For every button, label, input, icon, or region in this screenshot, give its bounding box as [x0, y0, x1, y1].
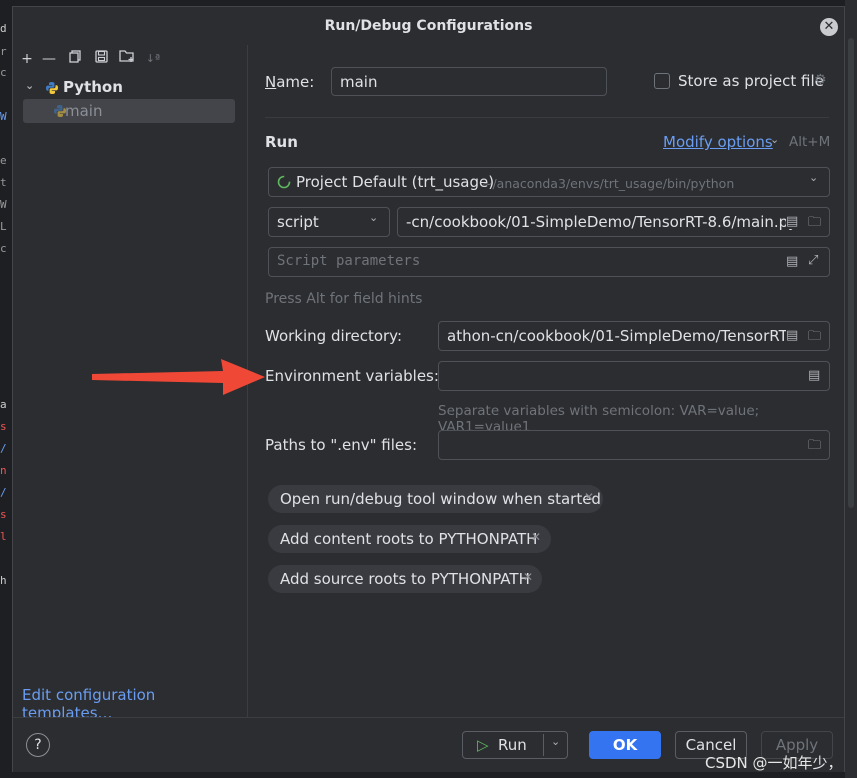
expand-text-icon[interactable]: ▤: [786, 328, 799, 343]
store-project-label: Store as project file: [678, 72, 824, 90]
run-section-title: Run: [265, 133, 298, 151]
chip-content-roots[interactable]: Add content roots to PYTHONPATH ✕: [268, 525, 551, 553]
interpreter-select[interactable]: Project Default (trt_usage) ~/anaconda3/…: [268, 167, 830, 197]
dotenv-label: Paths to ".env" files:: [265, 436, 418, 454]
copy-icon[interactable]: [65, 49, 85, 69]
tree-node-main[interactable]: main: [23, 99, 235, 123]
chip-open-tool-window[interactable]: Open run/debug tool window when started ✕: [268, 485, 603, 513]
env-input[interactable]: ▤: [438, 361, 830, 391]
name-label: Name:: [265, 73, 315, 91]
run-button[interactable]: ▷ Run ⌄: [462, 731, 568, 759]
configuration-form: Name: main Store as project file ⚙ Run M…: [248, 45, 844, 717]
chevron-down-icon[interactable]: ⌄: [770, 133, 779, 146]
python-icon: [46, 82, 58, 94]
close-icon[interactable]: ✕: [584, 490, 594, 504]
tree-python-label: Python: [63, 78, 123, 96]
workdir-label: Working directory:: [265, 327, 403, 345]
sort-icon[interactable]: ↓ª: [143, 49, 163, 69]
folder-icon[interactable]: 🗀: [808, 436, 821, 458]
name-input[interactable]: main: [331, 67, 607, 96]
env-label: Environment variables:: [265, 367, 439, 385]
gear-icon[interactable]: ⚙: [814, 72, 827, 88]
watermark: CSDN @一如年少，: [705, 754, 843, 772]
dialog-titlebar: Run/Debug Configurations ✕: [13, 7, 844, 45]
script-path-input[interactable]: -cn/cookbook/01-SimpleDemo/TensorRT-8.6/…: [397, 207, 830, 237]
annotation-arrow: [92, 359, 265, 395]
modify-options-link[interactable]: Modify options: [663, 133, 773, 151]
loading-icon: [277, 175, 291, 189]
remove-icon[interactable]: —: [39, 49, 59, 69]
play-icon: ▷: [477, 736, 489, 754]
tree-main-label: main: [65, 102, 103, 120]
interpreter-name: Project Default (trt_usage): [296, 173, 495, 191]
chevron-down-icon[interactable]: ⌄: [551, 729, 560, 755]
add-icon[interactable]: +: [17, 49, 37, 69]
dotenv-input[interactable]: 🗀: [438, 430, 830, 460]
help-button[interactable]: ?: [26, 733, 50, 757]
background-editor: d r c W e t W L c a s / n / s l h: [0, 0, 12, 778]
store-project-checkbox[interactable]: [654, 73, 670, 89]
chevron-down-icon: ⌄: [369, 211, 379, 224]
expand-text-icon[interactable]: ▤: [786, 254, 798, 269]
close-icon[interactable]: ✕: [820, 18, 838, 36]
new-folder-icon[interactable]: [117, 49, 137, 69]
modify-shortcut: Alt+M: [789, 134, 831, 150]
alt-hint: Press Alt for field hints: [265, 291, 423, 307]
script-parameters-input[interactable]: Script parameters ▤ ⤢: [268, 247, 830, 277]
interpreter-path: ~/anaconda3/envs/trt_usage/bin/python: [482, 176, 735, 191]
expand-text-icon[interactable]: ▤: [808, 368, 820, 383]
workdir-input[interactable]: athon-cn/cookbook/01-SimpleDemo/TensorRT…: [438, 321, 830, 351]
dialog-title: Run/Debug Configurations: [324, 18, 533, 34]
chevron-down-icon[interactable]: ⌄: [25, 79, 34, 92]
close-icon[interactable]: ✕: [531, 530, 541, 544]
fullscreen-icon[interactable]: ⤢: [808, 253, 818, 268]
background-scrollbar: [845, 0, 857, 778]
folder-icon[interactable]: 🗀: [808, 327, 822, 349]
chevron-down-icon: ⌄: [809, 171, 819, 184]
ok-button[interactable]: OK: [589, 731, 661, 759]
save-icon[interactable]: [91, 49, 111, 69]
script-type-select[interactable]: script ⌄: [268, 207, 390, 237]
expand-text-icon[interactable]: ▤: [786, 214, 799, 229]
folder-icon[interactable]: 🗀: [808, 213, 822, 235]
close-icon[interactable]: ✕: [523, 570, 533, 584]
chip-source-roots[interactable]: Add source roots to PYTHONPATH ✕: [268, 565, 542, 593]
